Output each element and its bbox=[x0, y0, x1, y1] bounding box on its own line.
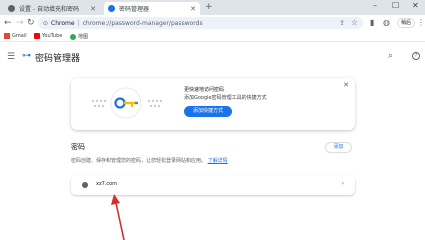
minimize-icon[interactable]: – bbox=[373, 1, 377, 10]
share-icon[interactable]: ⇪ bbox=[339, 17, 345, 29]
search-icon[interactable]: ⌕ bbox=[388, 51, 393, 61]
section-description: 密码创建、保存和管理您的密码，让您轻松登录网站和应用。 了解详情 bbox=[71, 158, 228, 164]
bookmark-gmail[interactable]: Gmail bbox=[4, 33, 27, 39]
site-chip: Chrome bbox=[51, 19, 75, 27]
new-tab-button[interactable]: + bbox=[205, 2, 213, 12]
key-illustration-icon bbox=[91, 87, 163, 119]
add-password-button[interactable]: 添加 bbox=[325, 142, 352, 153]
settings-gear-icon bbox=[8, 5, 15, 12]
sidepanel-icon[interactable]: ▮ bbox=[370, 16, 374, 30]
back-icon[interactable]: ← bbox=[4, 16, 12, 30]
bookmark-star-icon[interactable]: ☆ bbox=[351, 17, 358, 29]
tab-password-manager[interactable]: 密码管理器 ✕ bbox=[104, 2, 200, 15]
password-list-item[interactable]: xz7.com › bbox=[71, 175, 355, 195]
learn-more-link[interactable]: 了解详情 bbox=[208, 158, 228, 164]
key-icon bbox=[108, 5, 115, 12]
chrome-icon[interactable]: ⊙ bbox=[43, 20, 48, 27]
tab-title: 设置 - 自动填充和密码 bbox=[19, 6, 79, 13]
hamburger-menu-icon[interactable]: ☰ bbox=[7, 52, 15, 62]
bookmark-youtube[interactable]: YouTube bbox=[34, 33, 62, 39]
url-text: chrome://password-manager/passwords bbox=[82, 19, 203, 27]
tab-strip: 设置 - 自动填充和密码 ✕ 密码管理器 ✕ + – ☐ ✕ bbox=[0, 0, 425, 15]
promo-title: 更快速地访问密码 bbox=[184, 87, 225, 93]
more-menu-icon[interactable]: ⋮ bbox=[417, 16, 425, 30]
gmail-icon bbox=[4, 33, 10, 39]
close-tab-icon[interactable]: ✕ bbox=[90, 5, 96, 13]
shortcut-promo-card: 更快速地访问密码 添加Google密码管理工具的快捷方式 添加快捷方式 ✕ bbox=[71, 78, 355, 130]
chevron-right-icon: › bbox=[341, 180, 344, 187]
help-icon[interactable]: ? bbox=[412, 52, 420, 60]
forward-icon[interactable]: → bbox=[16, 16, 24, 30]
close-icon[interactable]: ✕ bbox=[343, 81, 349, 89]
password-site: xz7.com bbox=[96, 181, 118, 187]
update-button[interactable]: 稍后 bbox=[397, 18, 415, 28]
tab-title: 密码管理器 bbox=[119, 6, 150, 13]
maps-icon bbox=[70, 33, 76, 40]
site-favicon-icon bbox=[82, 182, 88, 188]
promo-description: 添加Google密码管理工具的快捷方式 bbox=[184, 95, 267, 101]
close-window-icon[interactable]: ✕ bbox=[412, 1, 419, 10]
profile-icon[interactable]: ◍ bbox=[383, 16, 390, 30]
section-title: 密码 bbox=[71, 143, 85, 151]
bookmarks-bar: Gmail YouTube 地图 bbox=[0, 31, 425, 42]
page-title: 密码管理器 bbox=[35, 54, 81, 64]
browser-toolbar: ← → ↻ ⊙ Chrome | chrome://password-manag… bbox=[0, 15, 425, 31]
reload-icon[interactable]: ↻ bbox=[27, 16, 35, 30]
address-bar[interactable]: ⊙ Chrome | chrome://password-manager/pas… bbox=[38, 17, 363, 29]
password-manager-logo-icon: ⊶ bbox=[22, 51, 31, 61]
youtube-icon bbox=[34, 33, 40, 39]
tab-settings[interactable]: 设置 - 自动填充和密码 ✕ bbox=[4, 2, 100, 15]
add-shortcut-button[interactable]: 添加快捷方式 bbox=[184, 106, 232, 117]
close-tab-icon[interactable]: ✕ bbox=[190, 5, 196, 13]
bookmark-maps[interactable]: 地图 bbox=[70, 33, 88, 40]
maximize-icon[interactable]: ☐ bbox=[392, 1, 399, 10]
